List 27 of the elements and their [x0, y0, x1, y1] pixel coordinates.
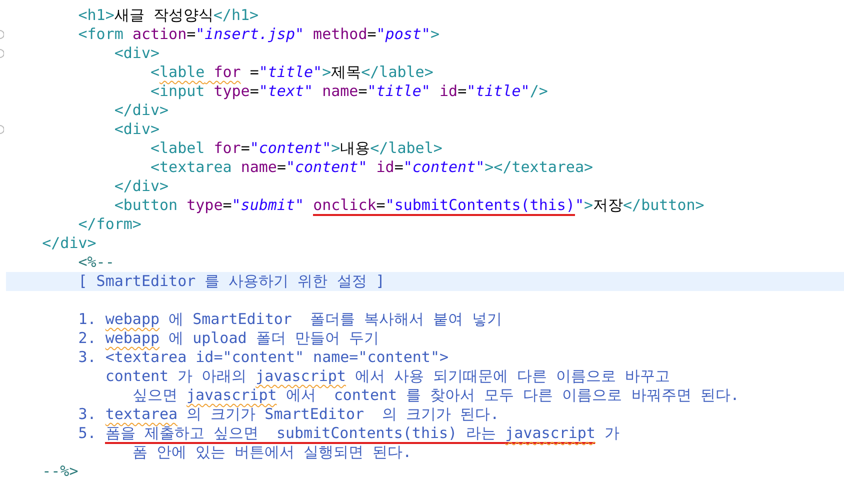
fold-marker-icon[interactable] [0, 30, 4, 39]
code-line: 2. webapp 에 upload 폴더 만들어 두기 [77, 329, 379, 348]
code-line: 1. webapp 에 SmartEditor 폴더를 복사해서 붙여 넣기 [77, 310, 502, 329]
fold-marker-icon[interactable] [0, 125, 4, 134]
code-line: content 가 아래의 javascript 에서 사용 되기때문에 다른 이름으로 바꾸고 [104, 367, 670, 386]
code-line: --%> [41, 462, 78, 481]
code-line: <input type="text" name="title" id="title"/> [149, 82, 548, 101]
fold-marker-icon[interactable] [0, 49, 4, 58]
code-line: <div> [113, 44, 160, 63]
code-line: </div> [113, 101, 169, 120]
code-line: <h1>새글 작성양식</h1> [77, 6, 259, 25]
code-line: 싶으면 javascript 에서 content 를 찾아서 모두 다른 이름으로 바꿔주면 된다. [131, 386, 740, 405]
code-line: </form> [77, 215, 142, 234]
code-line: 폼 안에 있는 버튼에서 실행되면 된다. [131, 443, 412, 462]
code-line: <div> [113, 120, 160, 139]
code-line: </div> [113, 177, 169, 196]
code-line: [ SmartEditor 를 사용하기 위한 설정 ] [77, 272, 385, 291]
code-line: <form action="insert.jsp" method="post"> [77, 25, 440, 44]
code-line: 3. <textarea id="content" name="content"> [77, 348, 449, 367]
code-line: <%-- [77, 253, 114, 272]
code-line: </div> [41, 234, 96, 253]
code-line: <lable for ="title">제목</lable> [149, 63, 434, 82]
code-line: <label for="content">내용</label> [149, 139, 442, 158]
code-line: <button type="submit" onclick="submitContents(this)">저장</button> [113, 196, 704, 215]
code-line: 5. 폼을 제출하고 싶으면 submitContents(this) 라는 javascript 가 [77, 424, 620, 443]
code-line: <textarea name="content" id="content"></textarea> [149, 158, 594, 177]
code-line: 3. textarea 의 크기가 SmartEditor 의 크기가 된다. [77, 405, 500, 424]
